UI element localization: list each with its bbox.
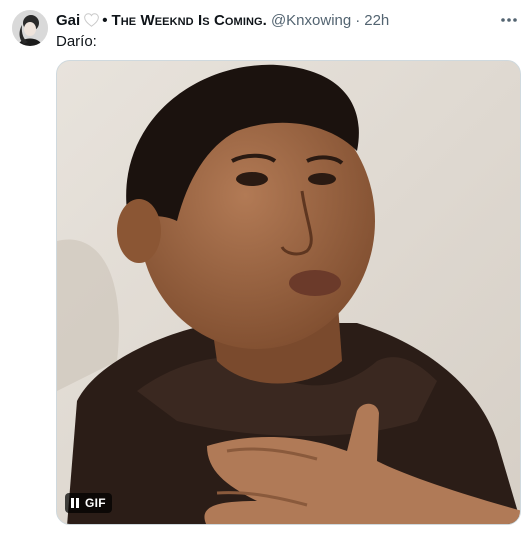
pause-icon [71,498,79,508]
author-handle[interactable]: @Knxowing [271,12,351,29]
more-options-button[interactable] [498,10,520,30]
timestamp[interactable]: 22h [364,12,389,29]
gif-media[interactable]: GIF [56,60,521,525]
time-separator: · [355,11,361,29]
tweet[interactable]: Gai • The Weeknd Is Coming. @Knxowing · … [0,0,532,534]
author-name[interactable]: Gai [56,12,80,29]
tweet-text: Darío: [56,33,97,50]
avatar-image [12,10,48,46]
tweet-header: Gai • The Weeknd Is Coming. @Knxowing · … [56,9,389,31]
display-name[interactable]: The Weeknd Is Coming. [111,12,267,29]
gif-frame-image [57,61,520,524]
gif-label: GIF [85,496,106,510]
white-heart-icon [84,13,100,27]
more-horizontal-icon [501,18,517,22]
gif-badge[interactable]: GIF [65,493,112,513]
avatar[interactable] [12,10,48,46]
name-bullet: • [102,11,108,29]
